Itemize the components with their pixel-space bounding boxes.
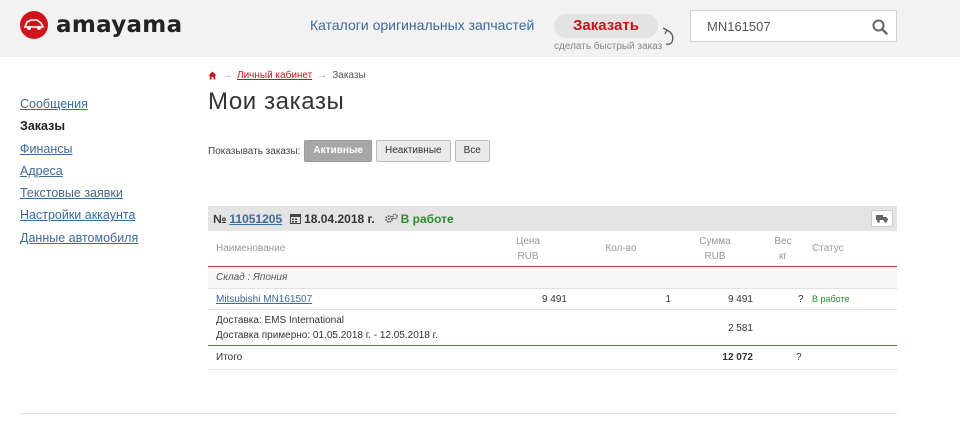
account-sidebar: Сообщения Заказы Финансы Адреса Текстовы… (20, 93, 138, 249)
order-header: № 11051205 18.04.2018 г. В работе (208, 206, 897, 231)
logo[interactable]: amayama (20, 11, 182, 39)
quick-order-button[interactable]: Заказать (554, 14, 658, 38)
col-sum: Сумма (699, 236, 731, 247)
filter-all-button[interactable]: Все (454, 140, 490, 162)
order-number-link[interactable]: 11051205 (229, 212, 282, 226)
order-status: В работе (400, 211, 454, 226)
col-sum-unit: RUB (704, 251, 726, 262)
tracking-button[interactable] (871, 210, 893, 227)
item-qty: 1 (665, 294, 671, 305)
order-date: 18.04.2018 г. (304, 211, 375, 226)
table-row: Mitsubishi MN161507 9 491 1 9 491 ? В ра… (208, 289, 897, 310)
breadcrumb-cabinet-link[interactable]: Личный кабинет (237, 70, 312, 81)
delivery-sum: 2 581 (727, 323, 753, 334)
curved-arrow-icon (662, 27, 674, 45)
gears-icon (384, 213, 398, 223)
table-header: Наименование Цена RUB Кол-во Сумма RUB В… (208, 231, 897, 267)
logo-car-icon (20, 11, 48, 39)
quick-order-subtext: сделать быстрый заказ (554, 41, 663, 52)
filter-inactive-button[interactable]: Неактивные (375, 140, 451, 162)
page-title: Мои заказы (208, 88, 345, 115)
breadcrumb-separator: → (317, 70, 328, 81)
warehouse-row: Склад : Япония (208, 267, 897, 289)
warehouse-label: Склад : Япония (216, 272, 288, 283)
search-input[interactable] (707, 19, 867, 34)
total-label: Итого (216, 352, 243, 363)
search-box (690, 10, 897, 42)
sidebar-item-text-requests[interactable]: Текстовые заявки (20, 182, 138, 204)
delivery-row: Доставка: EMS International Доставка при… (208, 310, 897, 346)
item-status: В работе (812, 294, 850, 304)
catalog-link[interactable]: Каталоги оригинальных запчастей (310, 17, 534, 33)
filter-active-button[interactable]: Активные (304, 140, 372, 162)
col-status: Статус (812, 243, 844, 254)
item-price: 9 491 (541, 294, 567, 305)
breadcrumb: → Личный кабинет → Заказы (208, 70, 366, 81)
calendar-icon (290, 214, 302, 224)
col-price-unit: RUB (517, 251, 539, 262)
sidebar-item-addresses[interactable]: Адреса (20, 160, 138, 182)
col-name: Наименование (216, 243, 286, 254)
logo-text: amayama (56, 12, 183, 38)
order-card: № 11051205 18.04.2018 г. В работе Наимен… (208, 206, 897, 370)
home-icon[interactable] (208, 71, 217, 80)
search-icon[interactable] (872, 19, 888, 35)
order-filter: Показывать заказы: Активные Неактивные В… (208, 140, 494, 162)
filter-label: Показывать заказы: (208, 145, 301, 157)
sidebar-item-car-data[interactable]: Данные автомобиля (20, 227, 138, 249)
total-row: Итого 12 072 ? (208, 346, 897, 370)
sidebar-item-account-settings[interactable]: Настройки аккаунта (20, 204, 138, 226)
footer-divider (20, 413, 897, 414)
delivery-eta: Доставка примерно: 01.05.2018 г. - 12.05… (216, 330, 438, 341)
col-qty: Кол-во (605, 243, 637, 254)
breadcrumb-current: Заказы (332, 70, 366, 81)
item-name-link[interactable]: Mitsubishi MN161507 (216, 294, 312, 305)
site-header: amayama Каталоги оригинальных запчастей … (0, 0, 960, 57)
col-weight: Вес (774, 236, 792, 247)
sidebar-item-messages[interactable]: Сообщения (20, 93, 138, 115)
item-sum: 9 491 (727, 294, 753, 305)
col-weight-unit: кг (778, 251, 788, 262)
delivery-method: Доставка: EMS International (216, 315, 344, 326)
total-weight: ? (796, 352, 802, 363)
truck-icon (876, 215, 888, 223)
sidebar-item-finance[interactable]: Финансы (20, 138, 138, 160)
total-sum: 12 072 (722, 352, 753, 363)
breadcrumb-separator: → (222, 70, 232, 81)
col-price: Цена (515, 236, 541, 247)
order-number-prefix: № (213, 211, 227, 226)
sidebar-item-orders[interactable]: Заказы (20, 115, 138, 137)
item-weight: ? (798, 294, 804, 305)
